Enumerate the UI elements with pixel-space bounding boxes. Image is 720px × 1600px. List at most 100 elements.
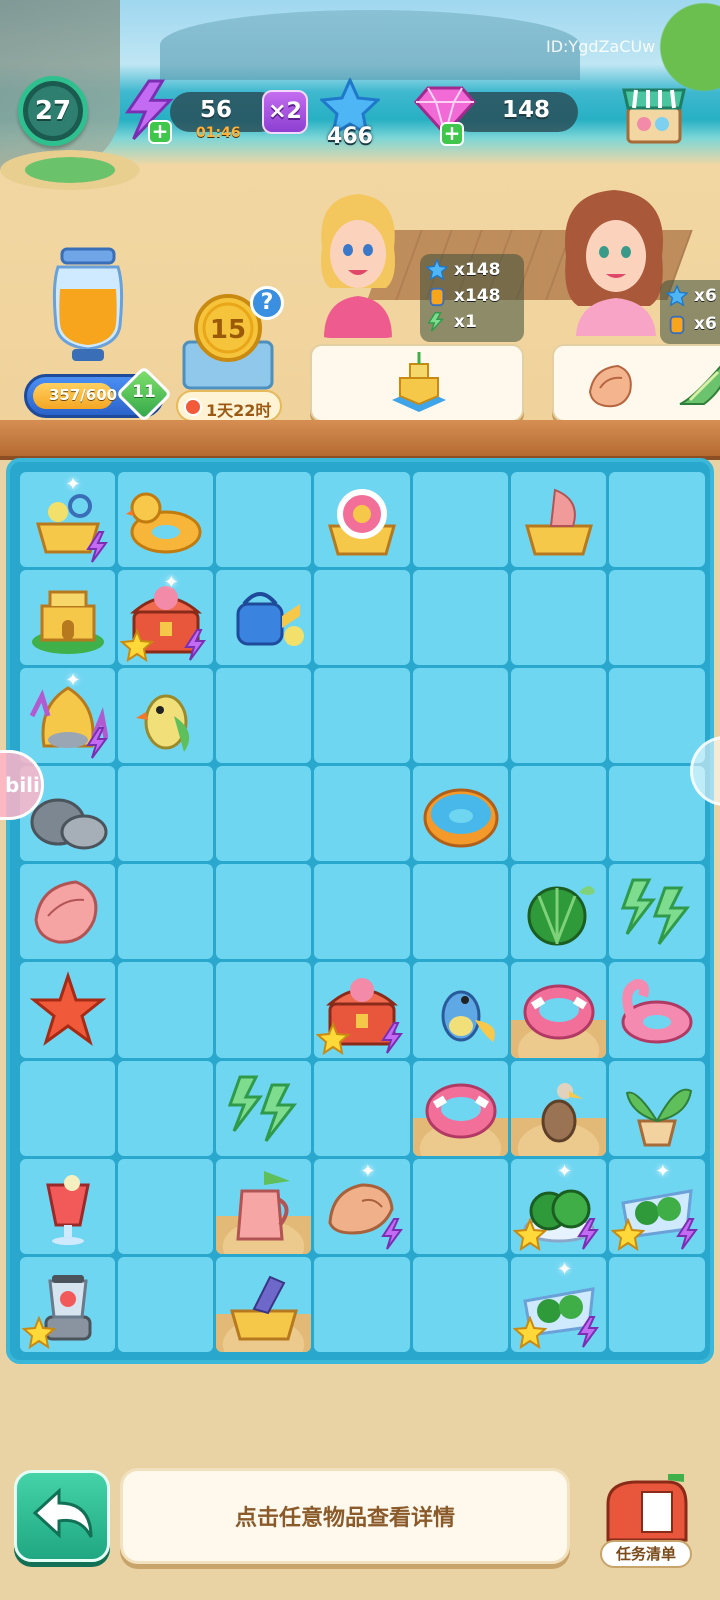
smoothie-icon[interactable] — [28, 1167, 108, 1247]
board-cell[interactable] — [609, 1257, 705, 1353]
fish-basket-icon[interactable] — [519, 480, 599, 560]
board-cell[interactable] — [314, 864, 410, 960]
board-cell[interactable] — [216, 1158, 312, 1254]
board-cell[interactable] — [216, 1257, 312, 1353]
board-cell[interactable]: ✦ — [117, 569, 214, 665]
board-cell[interactable] — [412, 962, 508, 1058]
energy-timer: 01:46 — [196, 125, 241, 141]
duck-float-icon[interactable] — [125, 480, 206, 560]
board-cell[interactable] — [510, 766, 607, 862]
board-cell[interactable] — [216, 766, 312, 862]
board-cell[interactable] — [314, 569, 410, 665]
juice-pitcher-icon[interactable] — [224, 1167, 304, 1247]
board-cell[interactable] — [314, 667, 410, 764]
add-gems-button[interactable]: + — [440, 122, 464, 146]
board-cell[interactable]: ✦ — [510, 1158, 607, 1254]
board-cell[interactable] — [412, 1060, 508, 1156]
customer-brunette-woman[interactable] — [554, 186, 674, 336]
board-cell[interactable]: ✦ — [609, 1158, 705, 1254]
swim-ring-icon[interactable] — [421, 1069, 501, 1149]
board-cell[interactable] — [412, 864, 508, 960]
pelican-icon[interactable] — [519, 1069, 599, 1149]
board-cell[interactable] — [216, 569, 312, 665]
board-cell[interactable] — [19, 864, 115, 960]
board-cell[interactable] — [412, 471, 508, 567]
shop-stall-icon[interactable] — [622, 80, 686, 146]
board-cell[interactable] — [314, 471, 410, 567]
sandcastle-icon[interactable] — [28, 578, 108, 658]
board-cell[interactable] — [510, 864, 607, 960]
add-energy-button[interactable]: + — [148, 120, 172, 144]
board-cell[interactable] — [216, 667, 312, 764]
starfish-icon[interactable] — [28, 970, 108, 1050]
order-card-1[interactable] — [310, 344, 524, 422]
board-cell[interactable] — [412, 667, 508, 764]
board-cell[interactable] — [314, 1060, 410, 1156]
watermelon-icon[interactable] — [519, 872, 599, 952]
task-list-button[interactable]: 任务清单 — [600, 1540, 692, 1568]
board-cell[interactable] — [117, 864, 214, 960]
coin-help-button[interactable]: ? — [250, 286, 284, 320]
board-cell[interactable] — [19, 962, 115, 1058]
watering-can-icon[interactable] — [224, 578, 305, 658]
board-cell[interactable] — [19, 1060, 115, 1156]
board-cell[interactable] — [510, 569, 607, 665]
board-cell[interactable] — [609, 864, 705, 960]
energy-multiplier-button[interactable]: ×2 — [262, 90, 308, 134]
parrot-icon[interactable] — [126, 676, 206, 756]
board-cell[interactable] — [412, 1158, 508, 1254]
board-cell[interactable]: ✦ — [510, 1257, 607, 1353]
juice-jar-icon[interactable] — [48, 245, 128, 365]
board-cell[interactable] — [412, 1257, 508, 1353]
purple-bolt-icon — [184, 628, 207, 661]
board-cell[interactable]: ✦ — [314, 1158, 410, 1254]
board-cell[interactable] — [19, 1257, 115, 1353]
board-cell[interactable] — [19, 1158, 115, 1254]
board-cell[interactable] — [609, 569, 705, 665]
board-cell[interactable] — [609, 962, 705, 1058]
board-cell[interactable] — [510, 667, 607, 764]
customer-blonde-woman[interactable] — [310, 188, 406, 338]
energy-bolts-icon[interactable] — [617, 872, 697, 952]
board-cell[interactable] — [216, 1060, 312, 1156]
board-cell[interactable] — [314, 962, 410, 1058]
donut-float-icon[interactable] — [421, 774, 501, 854]
board-cell[interactable] — [216, 471, 312, 567]
board-cell[interactable] — [412, 569, 508, 665]
board-cell[interactable] — [314, 1257, 410, 1353]
board-cell[interactable] — [609, 667, 705, 764]
swim-ring-basket-icon[interactable] — [322, 480, 402, 560]
board-cell[interactable]: ✦ — [19, 667, 115, 764]
board-cell[interactable] — [216, 864, 312, 960]
board-cell[interactable] — [510, 962, 607, 1058]
ticket-basket-icon[interactable] — [224, 1265, 304, 1345]
order-card-2[interactable] — [552, 344, 720, 422]
board-cell[interactable] — [117, 1257, 214, 1353]
sandcastle-icon — [392, 352, 446, 412]
board-cell[interactable] — [609, 1060, 705, 1156]
board-cell[interactable] — [117, 962, 214, 1058]
parrot-blue-icon[interactable] — [421, 970, 501, 1050]
back-button[interactable] — [14, 1470, 110, 1562]
reward-row: x1 — [426, 310, 477, 334]
energy-bolts-icon[interactable] — [224, 1069, 304, 1149]
flamingo-float-icon[interactable] — [617, 970, 697, 1050]
board-cell[interactable] — [412, 766, 508, 862]
board-cell[interactable] — [314, 766, 410, 862]
board-cell[interactable] — [117, 1060, 214, 1156]
potted-plant-icon[interactable] — [617, 1069, 697, 1149]
board-cell[interactable] — [609, 471, 705, 567]
board-cell[interactable] — [117, 1158, 214, 1254]
board-cell[interactable] — [19, 569, 115, 665]
board-cell[interactable] — [117, 471, 214, 567]
board-cell[interactable] — [510, 471, 607, 567]
board-cell[interactable] — [510, 1060, 607, 1156]
board-cell[interactable]: ✦ — [19, 471, 115, 567]
board-cell[interactable] — [117, 766, 214, 862]
board-cell[interactable] — [216, 962, 312, 1058]
conch-shell-icon[interactable] — [28, 872, 108, 952]
swim-ring-icon[interactable] — [519, 970, 599, 1050]
player-level-badge[interactable]: 27 — [18, 76, 88, 146]
purple-bolt-icon — [380, 1021, 403, 1054]
board-cell[interactable] — [117, 667, 214, 764]
